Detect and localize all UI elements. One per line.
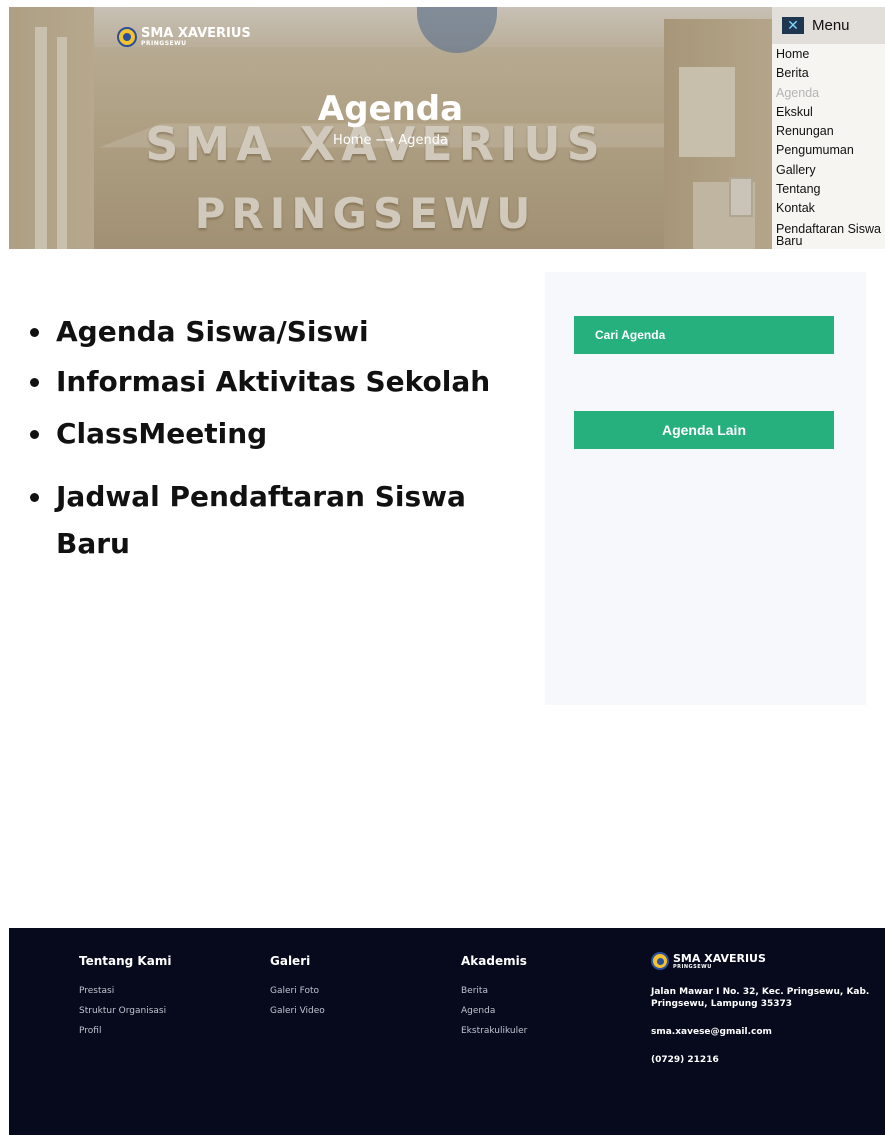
footer-link[interactable]: Prestasi	[79, 981, 171, 1001]
menu-item-home[interactable]: Home	[776, 45, 885, 64]
menu-item-pendaftaran[interactable]: Pendaftaran Siswa Baru	[776, 219, 885, 247]
footer-brand-text: SMA XAVERIUS PRINGSEWU	[673, 953, 766, 970]
search-agenda-button[interactable]: Cari Agenda	[574, 316, 834, 354]
footer-col-about: Tentang Kami Prestasi Struktur Organisas…	[79, 954, 171, 1041]
hero-banner: SMA XAVERIUS PRINGSEWU SMA XAVERIUS PRIN…	[9, 7, 772, 249]
footer-col-gallery: Galeri Galeri Foto Galeri Video	[270, 954, 325, 1021]
school-crest-icon	[651, 952, 669, 970]
brand-text: SMA XAVERIUS PRINGSEWU	[141, 25, 251, 47]
brand-sub: PRINGSEWU	[141, 39, 187, 47]
menu-item-gallery[interactable]: Gallery	[776, 161, 885, 180]
footer-link[interactable]: Profil	[79, 1021, 171, 1041]
menu-list: Home Berita Agenda Ekskul Renungan Pengu…	[772, 44, 885, 247]
menu-item-renungan[interactable]: Renungan	[776, 122, 885, 141]
menu-item-ekskul[interactable]: Ekskul	[776, 103, 885, 122]
page-title: Agenda	[317, 89, 464, 129]
menu-item-tentang[interactable]: Tentang	[776, 180, 885, 199]
footer-link[interactable]: Galeri Video	[270, 1001, 325, 1021]
nav-menu: ✕ Menu Home Berita Agenda Ekskul Renunga…	[772, 7, 885, 249]
footer-link[interactable]: Berita	[461, 981, 527, 1001]
menu-header[interactable]: ✕ Menu	[772, 7, 885, 44]
agenda-item: Informasi Aktivitas Sekolah	[30, 358, 520, 405]
footer-link[interactable]: Struktur Organisasi	[79, 1001, 171, 1021]
other-agenda-button[interactable]: Agenda Lain	[574, 411, 834, 449]
close-icon[interactable]: ✕	[782, 17, 804, 34]
menu-item-berita[interactable]: Berita	[776, 64, 885, 83]
footer-heading: Akademis	[461, 954, 527, 968]
footer-phone[interactable]: (0729) 21216	[651, 1055, 871, 1065]
site-logo[interactable]: SMA XAVERIUS PRINGSEWU	[117, 27, 251, 47]
school-crest-icon	[117, 27, 137, 47]
footer-contact: SMA XAVERIUS PRINGSEWU Jalan Mawar I No.…	[651, 952, 871, 1065]
footer-link[interactable]: Galeri Foto	[270, 981, 325, 1001]
menu-item-kontak[interactable]: Kontak	[776, 199, 885, 218]
agenda-list: Agenda Siswa/Siswi Informasi Aktivitas S…	[30, 308, 520, 567]
agenda-item: ClassMeeting	[30, 410, 520, 457]
footer-heading: Galeri	[270, 954, 311, 968]
footer-heading: Tentang Kami	[79, 954, 172, 968]
menu-label: Menu	[812, 17, 850, 34]
footer-brand-name: SMA XAVERIUS	[673, 951, 766, 965]
agenda-item: Agenda Siswa/Siswi	[30, 308, 520, 355]
footer-link[interactable]: Agenda	[461, 1001, 527, 1021]
footer-email[interactable]: sma.xavese@gmail.com	[651, 1027, 871, 1037]
menu-item-pengumuman[interactable]: Pengumuman	[776, 141, 885, 160]
sidebar-panel: Cari Agenda Agenda Lain	[545, 272, 866, 705]
footer-logo[interactable]: SMA XAVERIUS PRINGSEWU	[651, 952, 871, 970]
footer-link[interactable]: Ekstrakulikuler	[461, 1021, 527, 1041]
menu-item-agenda[interactable]: Agenda	[776, 84, 885, 103]
brand-name: SMA XAVERIUS	[141, 25, 251, 41]
footer-address: Jalan Mawar I No. 32, Kec. Pringsewu, Ka…	[651, 987, 870, 1009]
agenda-item: Jadwal Pendaftaran Siswa Baru	[30, 473, 520, 567]
breadcrumb[interactable]: Home ⟶ Agenda	[9, 133, 772, 148]
site-footer: Tentang Kami Prestasi Struktur Organisas…	[9, 928, 885, 1135]
footer-col-academic: Akademis Berita Agenda Ekstrakulikuler	[461, 954, 527, 1041]
